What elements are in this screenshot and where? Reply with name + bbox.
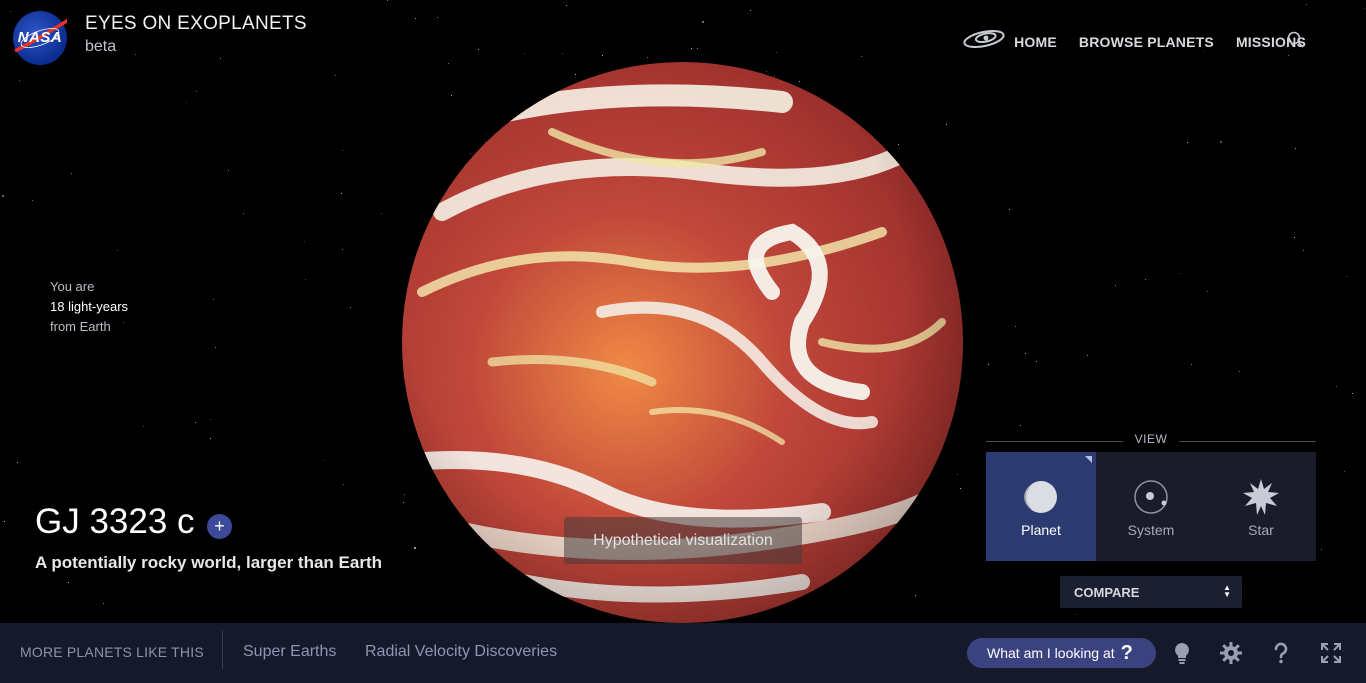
top-nav: HOME BROWSE PLANETS MISSIONS <box>962 28 1306 55</box>
compare-label: COMPARE <box>1074 584 1140 600</box>
system-icon <box>1134 480 1168 514</box>
help-button-label: What am I looking at <box>987 645 1115 661</box>
view-planet-button[interactable]: Planet <box>986 452 1096 561</box>
nav-home-link[interactable]: HOME <box>962 28 1057 55</box>
app-subtitle: beta <box>85 38 117 55</box>
app-title: EYES ON EXOPLANETS <box>85 13 307 34</box>
planet-name: GJ 3323 c <box>35 502 195 541</box>
view-header: VIEW <box>986 432 1316 450</box>
fullscreen-icon[interactable] <box>1318 640 1344 666</box>
nav-browse-planets[interactable]: BROWSE PLANETS <box>1079 34 1214 50</box>
add-planet-button[interactable]: + <box>207 514 232 539</box>
view-label: VIEW <box>1134 432 1168 446</box>
view-star-button[interactable]: Star <box>1206 452 1316 561</box>
nasa-logo[interactable]: NASA <box>13 11 67 65</box>
more-planets-label: MORE PLANETS LIKE THIS <box>20 644 204 660</box>
distance-suffix: from Earth <box>50 319 111 334</box>
category-link-radial-velocity[interactable]: Radial Velocity Discoveries <box>365 643 557 661</box>
compare-select[interactable]: COMPARE ▲ ▼ <box>1060 576 1242 608</box>
view-planet-label: Planet <box>1021 522 1061 538</box>
question-icon: ? <box>1120 641 1133 664</box>
planet-icon <box>1024 481 1057 513</box>
help-icon[interactable] <box>1268 640 1294 666</box>
distance-prefix: You are <box>50 279 95 294</box>
nav-home-label[interactable]: HOME <box>1014 34 1057 50</box>
logo-text: NASA <box>17 29 63 46</box>
distance-readout: You are 18 light-years from Earth <box>50 277 128 337</box>
category-link-super-earths[interactable]: Super Earths <box>243 643 336 661</box>
star-icon <box>1243 479 1279 515</box>
what-am-i-looking-at-button[interactable]: What am I looking at ? <box>967 638 1156 668</box>
hypothetical-visualization-label: Hypothetical visualization <box>564 517 802 564</box>
view-star-label: Star <box>1248 522 1274 538</box>
view-selector: Planet System Star <box>986 452 1316 561</box>
planet-tagline: A potentially rocky world, larger than E… <box>35 553 382 572</box>
search-icon[interactable] <box>1286 30 1306 50</box>
bottom-bar: MORE PLANETS LIKE THIS Super Earths Radi… <box>0 623 1366 683</box>
view-system-label: System <box>1127 522 1175 538</box>
select-arrows-icon: ▲ ▼ <box>1223 583 1231 599</box>
gear-icon[interactable] <box>1218 640 1244 666</box>
galaxy-icon <box>962 28 1006 55</box>
divider <box>222 631 223 669</box>
lightbulb-icon[interactable] <box>1169 640 1195 666</box>
distance-value: 18 light-years <box>50 299 129 314</box>
view-system-button[interactable]: System <box>1096 452 1206 561</box>
